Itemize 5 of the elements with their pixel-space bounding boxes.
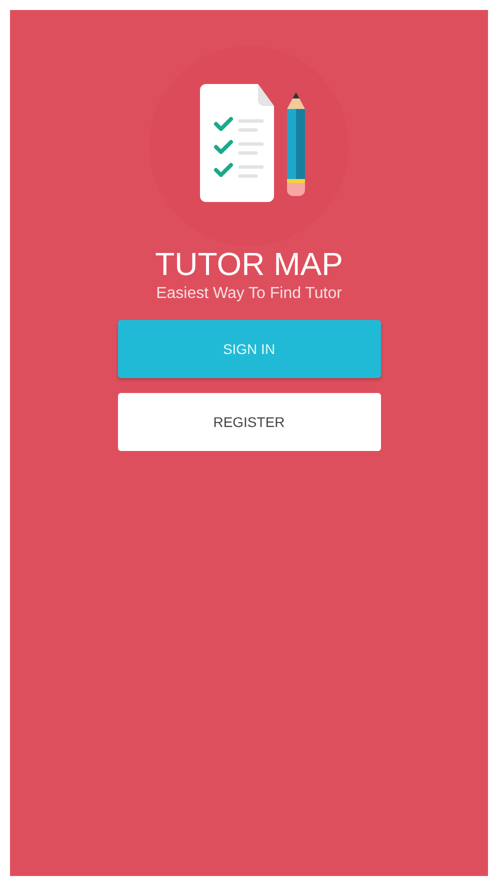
tagline: Easiest Way To Find Tutor bbox=[155, 284, 343, 304]
pencil-icon bbox=[286, 92, 306, 196]
register-button[interactable]: REGISTER bbox=[118, 393, 380, 451]
checklist-icon bbox=[200, 84, 274, 202]
app-title: TUTOR MAP bbox=[155, 246, 343, 282]
